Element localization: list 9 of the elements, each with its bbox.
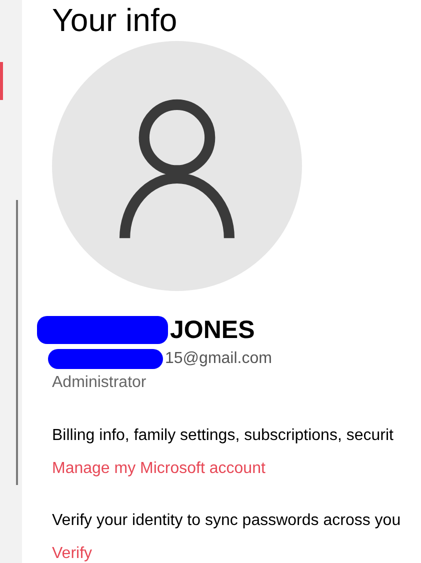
account-email: 15@gmail.com: [165, 349, 272, 369]
page-title: Your info: [52, 1, 178, 40]
description-text: Verify your identity to sync passwords across you: [52, 511, 402, 531]
account-name: JONES: [170, 315, 255, 346]
account-role: Administrator: [52, 373, 148, 393]
description-text: Billing info, family settings, subscriptions, securit: [52, 426, 394, 446]
account-link[interactable]: Manage my Microsoft account: [52, 458, 421, 480]
scrollbar[interactable]: [16, 200, 18, 485]
account-link[interactable]: Verify: [52, 543, 421, 563]
